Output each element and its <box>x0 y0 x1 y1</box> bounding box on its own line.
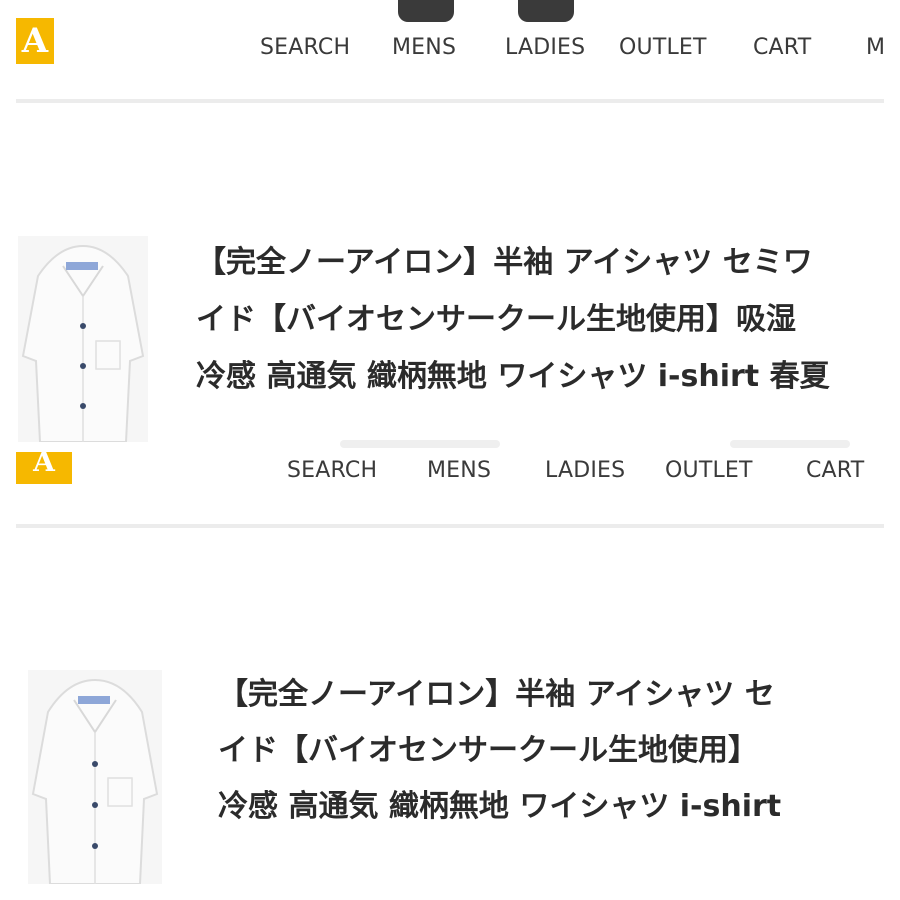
nav-cart[interactable]: CART <box>753 35 811 60</box>
product-title-line: 冷感 高通気 織柄無地 ワイシャツ i-shirt 春夏 <box>196 359 830 394</box>
screenshot-panel-top: A SEARCH MENS LADIES OUTLET CART M 【完全ノー… <box>0 0 900 452</box>
product-title-line: 【完全ノーアイロン】半袖 アイシャツ セミワ <box>196 245 813 280</box>
product-image[interactable] <box>28 670 162 884</box>
nav-ladies[interactable]: LADIES <box>505 35 585 60</box>
nav-ladies[interactable]: LADIES <box>545 458 625 483</box>
nav-search[interactable]: SEARCH <box>260 35 350 60</box>
product-title[interactable]: 【完全ノーアイロン】半袖 アイシャツ セミワ イド【バイオセンサークール生地使用… <box>196 234 830 405</box>
mens-icon[interactable] <box>398 0 454 22</box>
brand-logo[interactable]: A <box>16 18 54 64</box>
nav-more[interactable]: M <box>866 35 885 60</box>
shirt-image-icon <box>28 670 162 884</box>
header-divider <box>16 524 884 528</box>
nav-cart[interactable]: CART <box>806 458 864 483</box>
product-image[interactable] <box>18 236 148 442</box>
nav-outlet[interactable]: OUTLET <box>665 458 753 483</box>
nav-mens[interactable]: MENS <box>427 458 491 483</box>
price-placeholder <box>730 440 850 448</box>
brand-logo[interactable]: A <box>16 452 72 484</box>
product-title-line: イド【バイオセンサークール生地使用】吸湿 <box>196 302 796 337</box>
shirt-image-icon <box>18 236 148 442</box>
product-title-line: 【完全ノーアイロン】半袖 アイシャツ セ <box>218 677 775 712</box>
product-title-line: イド【バイオセンサークール生地使用】 <box>218 733 758 768</box>
nav-outlet[interactable]: OUTLET <box>619 35 707 60</box>
header-divider <box>16 99 884 103</box>
product-title-line: 冷感 高通気 織柄無地 ワイシャツ i-shirt <box>218 789 782 824</box>
product-title[interactable]: 【完全ノーアイロン】半袖 アイシャツ セ イド【バイオセンサークール生地使用】 … <box>218 667 781 835</box>
screenshot-panel-bottom: A SEARCH MENS LADIES OUTLET CART 【完全ノーアイ… <box>0 452 900 900</box>
price-placeholder <box>340 440 500 448</box>
nav-mens[interactable]: MENS <box>392 35 456 60</box>
ladies-icon[interactable] <box>518 0 574 22</box>
nav-search[interactable]: SEARCH <box>287 458 377 483</box>
